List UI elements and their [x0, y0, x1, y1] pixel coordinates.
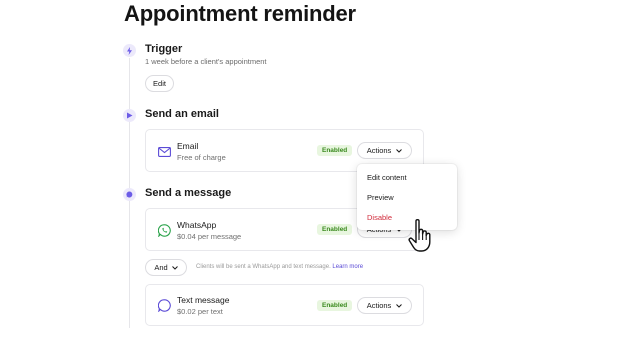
- trigger-title: Trigger: [145, 43, 183, 55]
- trigger-edit-button[interactable]: Edit: [145, 75, 174, 92]
- menu-item-preview[interactable]: Preview: [367, 193, 394, 202]
- and-label: And: [154, 263, 168, 272]
- message-bubble-icon: [157, 298, 172, 313]
- send-message-title: Send a message: [145, 187, 232, 199]
- chevron-down-icon: [396, 148, 403, 153]
- hand-pointer-icon: [408, 219, 431, 252]
- actions-label: Actions: [366, 146, 392, 155]
- send-icon: [123, 109, 136, 122]
- page-title: Appointment reminder: [124, 1, 356, 26]
- text-message-card-name: Text message: [177, 295, 230, 305]
- edit-button-label: Edit: [153, 79, 166, 88]
- text-message-card: Text message $0.02 per text Enabled Acti…: [145, 284, 424, 326]
- whatsapp-icon: [157, 223, 172, 238]
- whatsapp-status-badge: Enabled: [317, 224, 353, 235]
- email-status-badge: Enabled: [317, 145, 353, 156]
- and-dropdown[interactable]: And: [145, 259, 187, 276]
- menu-item-disable[interactable]: Disable: [367, 213, 392, 222]
- and-note: Clients will be sent a WhatsApp and text…: [196, 264, 363, 270]
- text-message-status-badge: Enabled: [317, 300, 353, 311]
- chat-bubble-icon: [123, 188, 136, 201]
- lightning-icon: [123, 44, 136, 57]
- menu-item-edit-content[interactable]: Edit content: [367, 173, 407, 182]
- trigger-subtitle: 1 week before a client's appointment: [145, 57, 267, 66]
- email-actions-button[interactable]: Actions: [357, 142, 412, 159]
- whatsapp-card-name: WhatsApp: [177, 220, 217, 230]
- email-card-price: Free of charge: [177, 153, 226, 162]
- envelope-icon: [157, 144, 172, 159]
- and-note-text: Clients will be sent a WhatsApp and text…: [196, 264, 331, 270]
- email-card-name: Email: [177, 141, 199, 151]
- chevron-down-icon: [396, 303, 403, 308]
- learn-more-link[interactable]: Learn more: [332, 264, 363, 270]
- text-message-card-price: $0.02 per text: [177, 307, 223, 316]
- whatsapp-card-price: $0.04 per message: [177, 232, 242, 241]
- send-email-title: Send an email: [145, 108, 219, 120]
- chevron-down-icon: [171, 265, 178, 270]
- actions-label: Actions: [366, 301, 392, 310]
- text-message-actions-button[interactable]: Actions: [357, 297, 412, 314]
